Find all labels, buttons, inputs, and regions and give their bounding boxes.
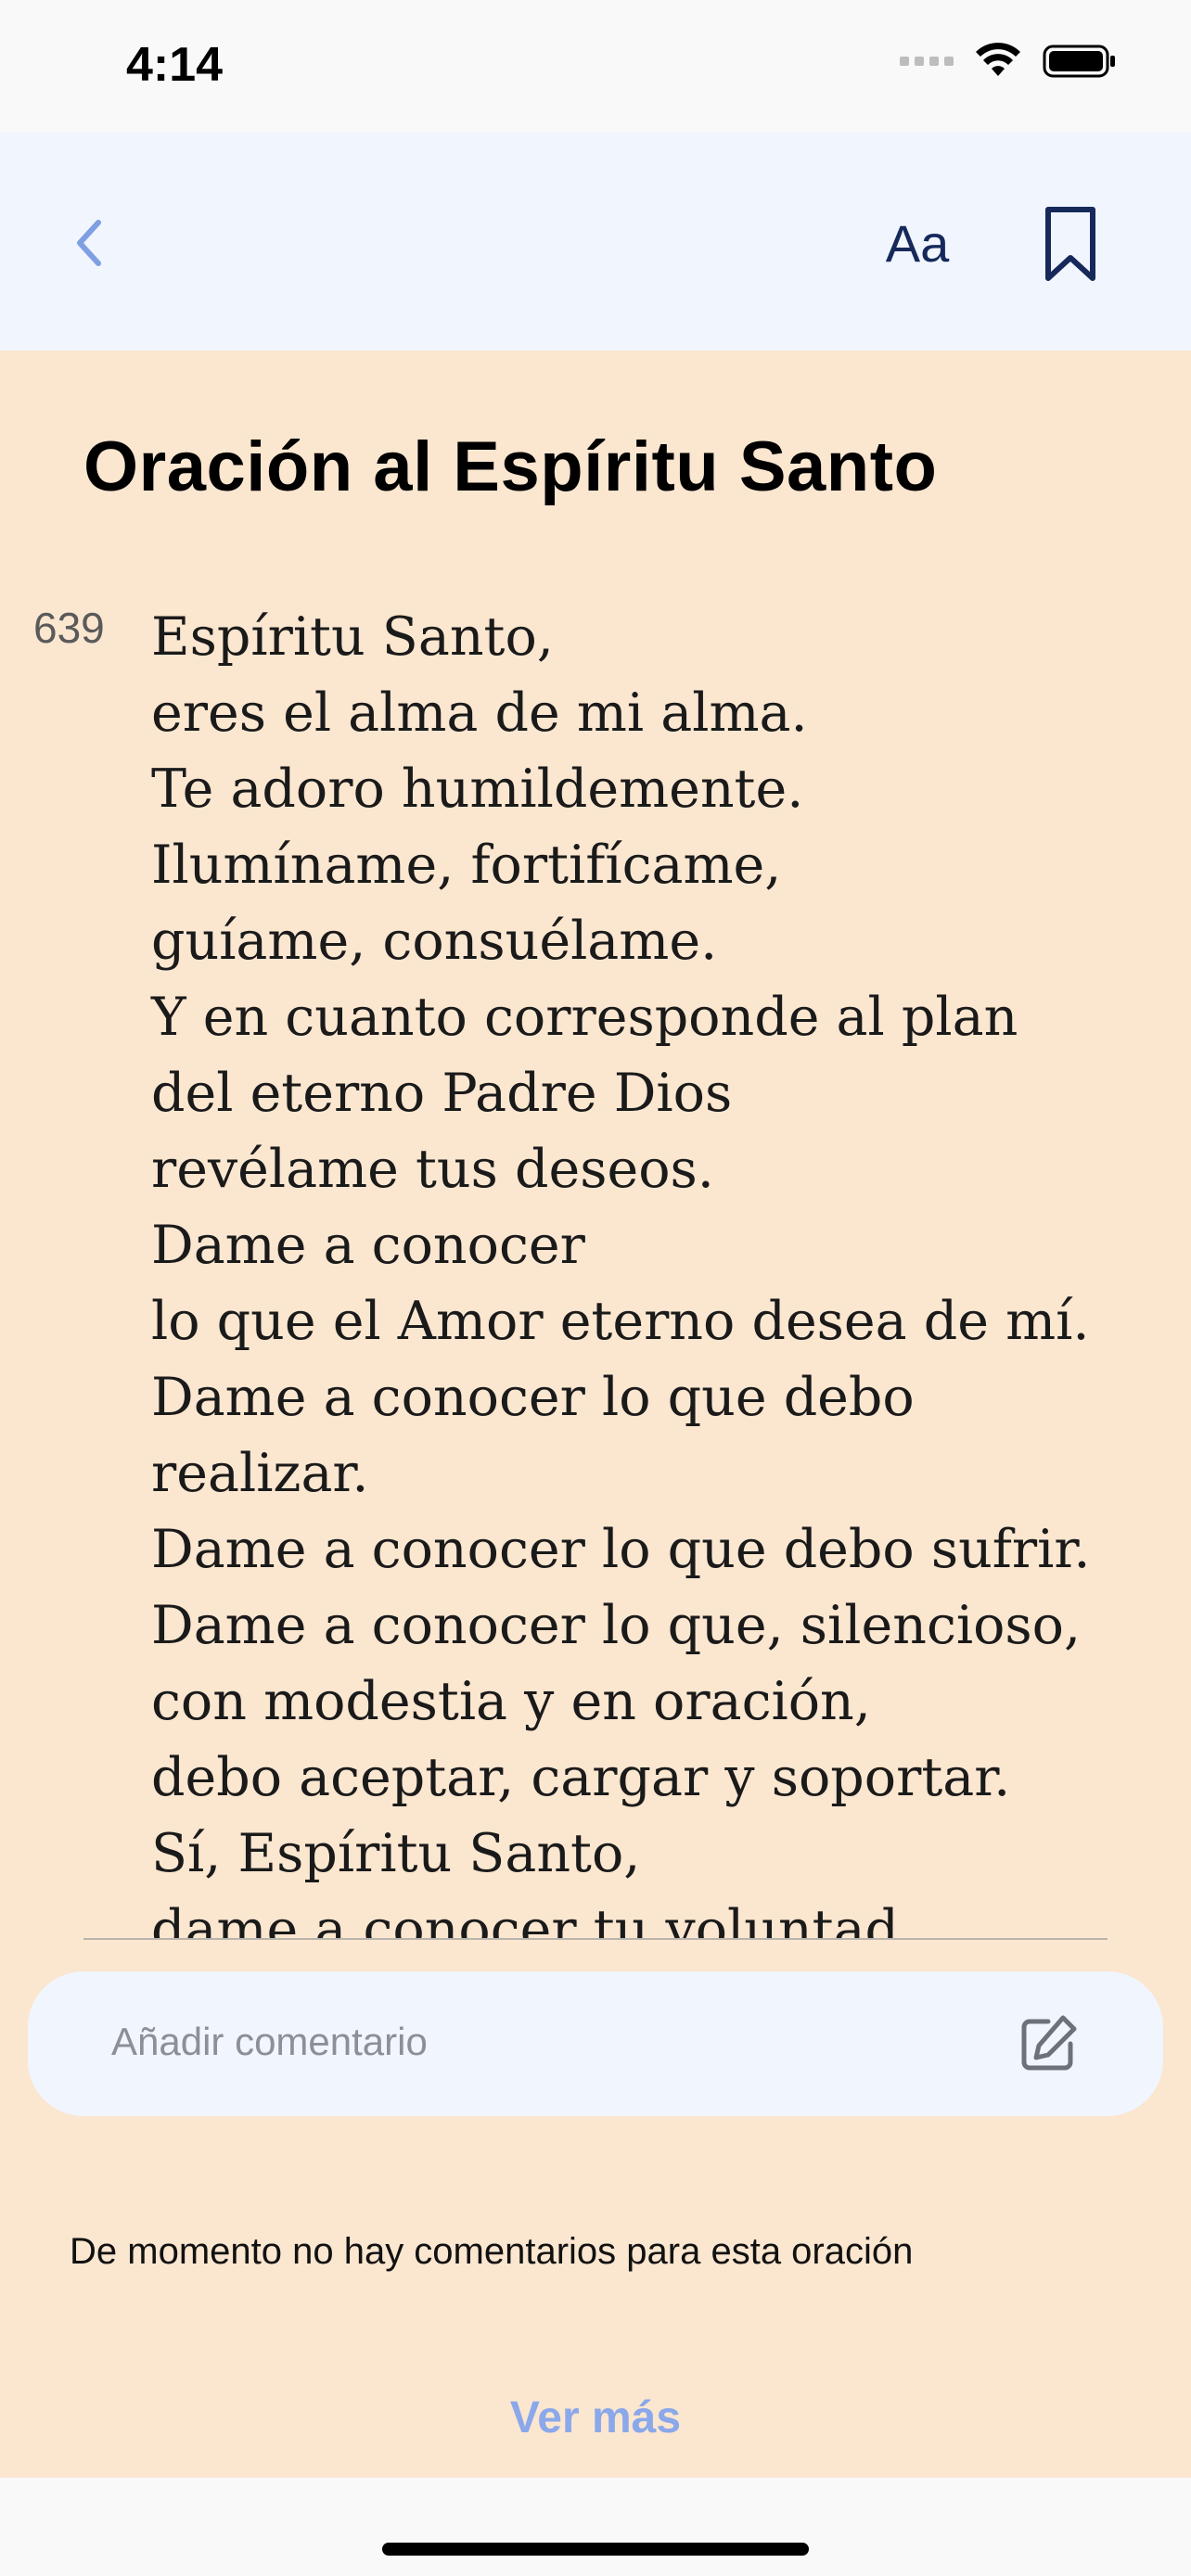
prayer-line: Sí, Espíritu Santo,: [151, 1823, 641, 1884]
cellular-signal-icon: [900, 57, 954, 66]
nav-bar: Aa: [0, 132, 1191, 351]
status-bar: 4:14: [0, 0, 1191, 132]
prayer-line: Ilumíname, fortifícame,: [151, 835, 782, 896]
back-button[interactable]: [61, 206, 117, 280]
bottom-safe-area: [0, 2478, 1191, 2576]
see-more-button[interactable]: Ver más: [0, 2392, 1191, 2443]
prayer-line: guíame, consuélame.: [151, 911, 718, 972]
status-icons: [900, 43, 1117, 80]
prayer-title: Oración al Espíritu Santo: [83, 427, 938, 506]
prayer-line: con modestia y en oración,: [151, 1671, 871, 1732]
battery-icon: [1043, 45, 1115, 78]
empty-comments-message: De momento no hay comentarios para esta …: [70, 2231, 914, 2272]
prayer-line: Y en cuanto corresponde al plan: [151, 987, 1018, 1048]
bookmark-icon: [1045, 207, 1095, 281]
font-size-button[interactable]: Aa: [857, 197, 978, 289]
bookmark-button[interactable]: [1031, 200, 1109, 289]
prayer-line: realizar.: [151, 1443, 369, 1504]
prayer-line: revélame tus deseos.: [151, 1139, 714, 1200]
status-time: 4:14: [126, 38, 224, 92]
comment-placeholder: Añadir comentario: [111, 2020, 428, 2063]
prayer-text: Espíritu Santo, eres el alma de mi alma.…: [151, 599, 1090, 1938]
chevron-left-icon: [77, 220, 101, 266]
comment-input[interactable]: Añadir comentario: [28, 1971, 1163, 2116]
prayer-line: Dame a conocer lo que, silencioso,: [151, 1595, 1082, 1656]
prayer-line: eres el alma de mi alma.: [151, 682, 808, 744]
prayer-line: debo aceptar, cargar y soportar.: [151, 1747, 1011, 1808]
wifi-icon: [976, 43, 1020, 76]
prayer-text-scroll[interactable]: Espíritu Santo, eres el alma de mi alma.…: [0, 593, 1191, 1938]
home-indicator[interactable]: [382, 2543, 809, 2556]
prayer-line: Dame a conocer lo que debo: [151, 1367, 915, 1428]
prayer-line: lo que el Amor eterno desea de mí.: [151, 1291, 1090, 1352]
prayer-line: Te adoro humildemente.: [151, 759, 804, 820]
prayer-line: dame a conocer tu voluntad: [151, 1899, 900, 1938]
edit-icon[interactable]: [1017, 2012, 1080, 2075]
prayer-line: Dame a conocer lo que debo sufrir.: [151, 1519, 1091, 1580]
prayer-line: Espíritu Santo,: [151, 606, 554, 668]
prayer-line: del eterno Padre Dios: [151, 1063, 733, 1124]
prayer-line: Dame a conocer: [151, 1215, 585, 1276]
divider: [83, 1938, 1108, 1940]
